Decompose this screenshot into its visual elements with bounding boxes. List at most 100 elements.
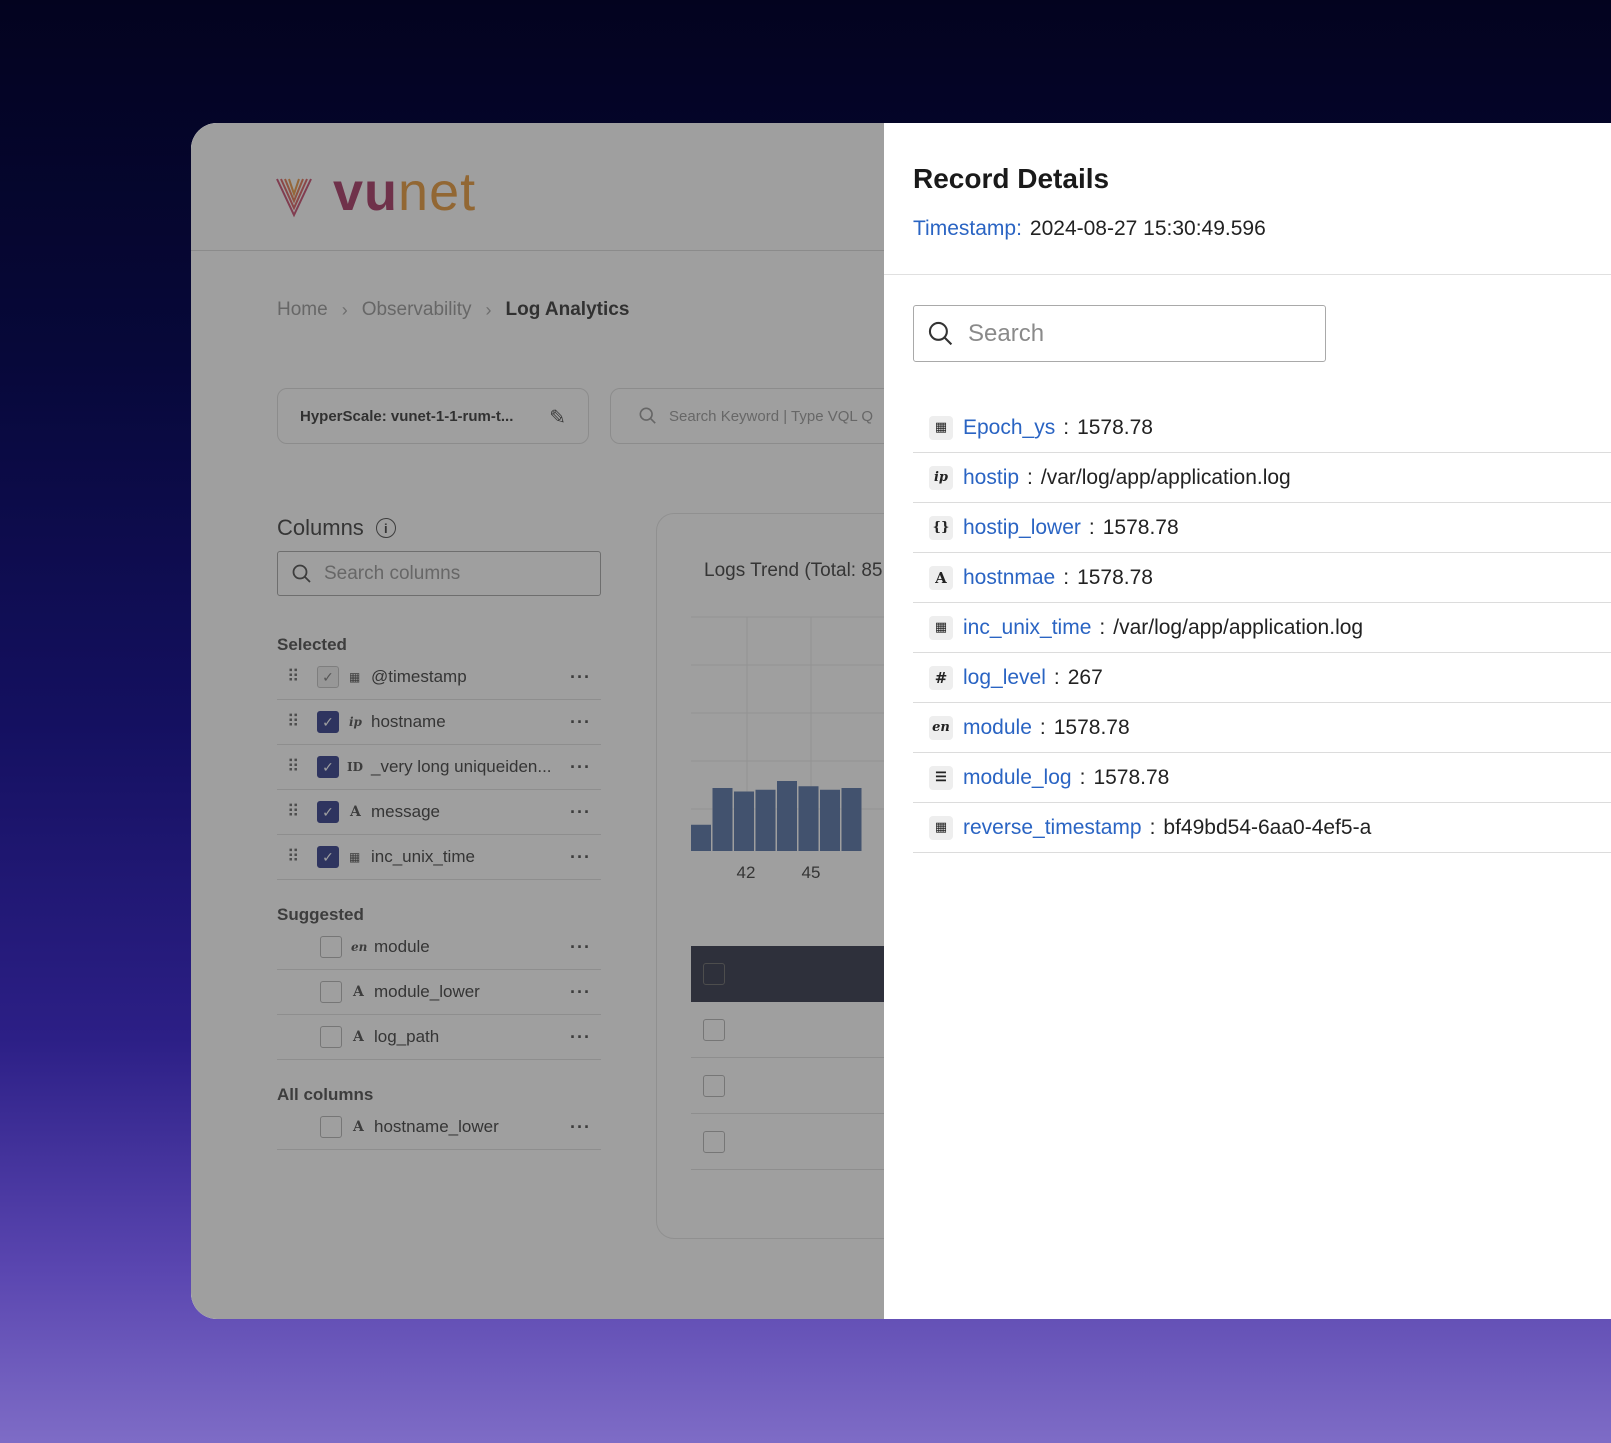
more-options-icon[interactable]: ··· <box>570 847 591 868</box>
column-row[interactable]: ⠿ ✓ ID _very long uniqueiden... ··· <box>277 745 601 790</box>
text-type-icon: A <box>353 1029 364 1045</box>
more-options-icon[interactable]: ··· <box>570 937 591 958</box>
column-label: inc_unix_time <box>371 847 475 866</box>
more-options-icon[interactable]: ··· <box>570 802 591 823</box>
chart-bar[interactable] <box>712 788 733 851</box>
field-key[interactable]: log_level <box>963 666 1046 690</box>
column-checkbox[interactable]: ✓ <box>317 666 339 688</box>
field-value: bf49bd54-6aa0-4ef5-a <box>1163 815 1372 839</box>
pencil-icon[interactable]: ✎ <box>549 405 566 430</box>
field-key[interactable]: reverse_timestamp <box>963 816 1142 840</box>
record-field-row[interactable]: {} hostip_lower:1578.78 <box>913 503 1611 553</box>
chevron-right-icon: › <box>485 299 492 320</box>
chevron-right-icon: › <box>341 299 348 320</box>
ip-type-icon: ip <box>929 465 953 490</box>
column-checkbox[interactable] <box>320 1116 342 1138</box>
en-type-icon: en <box>351 940 368 954</box>
row-checkbox[interactable] <box>703 1075 725 1097</box>
info-icon[interactable]: i <box>375 518 396 538</box>
drag-handle-icon[interactable]: ⠿ <box>287 712 300 732</box>
table-row[interactable] <box>691 1058 884 1114</box>
keyword-search-input[interactable]: Search Keyword | Type VQL Q <box>610 388 910 444</box>
record-timestamp: Timestamp: 2024-08-27 15:30:49.596 <box>913 217 1266 241</box>
all-columns-heading: All columns <box>277 1085 374 1104</box>
column-checkbox[interactable]: ✓ <box>317 756 339 778</box>
more-options-icon[interactable]: ··· <box>570 712 591 733</box>
row-checkbox[interactable] <box>703 1019 725 1041</box>
field-value: 1578.78 <box>1093 765 1170 789</box>
column-row[interactable]: en module ··· <box>277 925 601 970</box>
column-checkbox[interactable]: ✓ <box>317 801 339 823</box>
field-value: 267 <box>1067 665 1103 689</box>
more-options-icon[interactable]: ··· <box>570 1117 591 1138</box>
field-key[interactable]: hostip_lower <box>963 516 1081 540</box>
table-row[interactable] <box>691 1114 884 1170</box>
column-label: message <box>371 802 440 821</box>
en-type-icon: en <box>929 715 953 740</box>
record-field-row[interactable]: # log_level:267 <box>913 653 1611 703</box>
column-checkbox[interactable]: ✓ <box>317 711 339 733</box>
record-field-row[interactable]: en module:1578.78 <box>913 703 1611 753</box>
column-checkbox[interactable] <box>320 1026 342 1048</box>
record-field-row[interactable]: ip hostip:/var/log/app/application.log <box>913 453 1611 503</box>
more-options-icon[interactable]: ··· <box>570 757 591 778</box>
record-field-row[interactable]: ▦ reverse_timestamp: bf49bd54-6aa0-4ef5-a <box>913 803 1611 853</box>
field-key[interactable]: module_log <box>963 766 1072 790</box>
app-window: vunet Home › Observability › Log Analyti… <box>191 123 1611 1319</box>
column-row[interactable]: ⠿ ✓ ▦ inc_unix_time ··· <box>277 835 601 880</box>
column-checkbox[interactable] <box>320 981 342 1003</box>
field-key[interactable]: inc_unix_time <box>963 616 1091 640</box>
drag-handle-icon[interactable]: ⠿ <box>287 847 300 867</box>
columns-search-input[interactable]: Search columns <box>277 551 601 596</box>
more-options-icon[interactable]: ··· <box>570 667 591 688</box>
hyperscale-selector[interactable]: HyperScale: vunet-1-1-rum-t... ✎ <box>277 388 589 444</box>
column-checkbox[interactable]: ✓ <box>317 846 339 868</box>
more-options-icon[interactable]: ··· <box>570 1027 591 1048</box>
vunet-logo-text: vunet <box>333 162 477 222</box>
select-all-checkbox[interactable] <box>703 963 725 985</box>
record-field-row[interactable]: ▦ inc_unix_time:/var/log/app/application… <box>913 603 1611 653</box>
calendar-icon: ▦ <box>929 815 953 840</box>
drag-handle-icon[interactable]: ⠿ <box>287 802 300 822</box>
chart-bar[interactable] <box>777 781 797 851</box>
chart-bar[interactable] <box>820 789 840 851</box>
record-field-row[interactable]: ☰ module_log:1578.78 <box>913 753 1611 803</box>
field-key[interactable]: module <box>963 716 1032 740</box>
field-key[interactable]: Epoch_ys <box>963 416 1055 440</box>
column-row[interactable]: A log_path ··· <box>277 1015 601 1060</box>
row-checkbox[interactable] <box>703 1131 725 1153</box>
column-label: log_path <box>374 1027 440 1046</box>
calendar-icon: ▦ <box>349 850 361 864</box>
record-search-placeholder: Search <box>968 319 1045 347</box>
field-value: 1578.78 <box>1077 415 1153 439</box>
chart-bar[interactable] <box>734 791 754 852</box>
record-search-input[interactable]: Search <box>913 305 1326 362</box>
keyword-search-placeholder: Search Keyword | Type VQL Q <box>669 407 873 425</box>
chart-bar[interactable] <box>755 789 776 851</box>
breadcrumb-home[interactable]: Home <box>277 299 328 321</box>
column-row[interactable]: ⠿ ✓ ip hostname ··· <box>277 700 601 745</box>
field-key[interactable]: hostip <box>963 466 1019 490</box>
field-value: 1578.78 <box>1077 565 1153 589</box>
record-field-row[interactable]: A hostnmae:1578.78 <box>913 553 1611 603</box>
chart-bar[interactable] <box>798 786 819 851</box>
column-checkbox[interactable] <box>320 936 342 958</box>
table-row[interactable] <box>691 1002 884 1058</box>
record-field-row[interactable]: ▦ Epoch_ys:1578.78 <box>913 403 1611 453</box>
chart-bar[interactable] <box>841 788 862 851</box>
columns-title: Columns <box>277 515 364 540</box>
drag-handle-icon[interactable]: ⠿ <box>287 757 300 777</box>
ip-type-icon: ip <box>349 715 362 729</box>
more-options-icon[interactable]: ··· <box>570 982 591 1003</box>
calendar-icon: ▦ <box>929 415 953 440</box>
panel-divider <box>884 274 1611 275</box>
chart-bar[interactable] <box>691 824 711 851</box>
column-row[interactable]: A module_lower ··· <box>277 970 601 1015</box>
field-key[interactable]: hostnmae <box>963 566 1055 590</box>
drag-handle-icon[interactable]: ⠿ <box>287 667 300 687</box>
hyperscale-label: HyperScale: vunet-1-1-rum-t... <box>300 407 514 425</box>
column-row[interactable]: A hostname_lower ··· <box>277 1105 601 1150</box>
column-row[interactable]: ⠿ ✓ ▦ @timestamp ··· <box>277 655 601 700</box>
column-row[interactable]: ⠿ ✓ A message ··· <box>277 790 601 835</box>
breadcrumb-observability[interactable]: Observability <box>362 299 472 321</box>
